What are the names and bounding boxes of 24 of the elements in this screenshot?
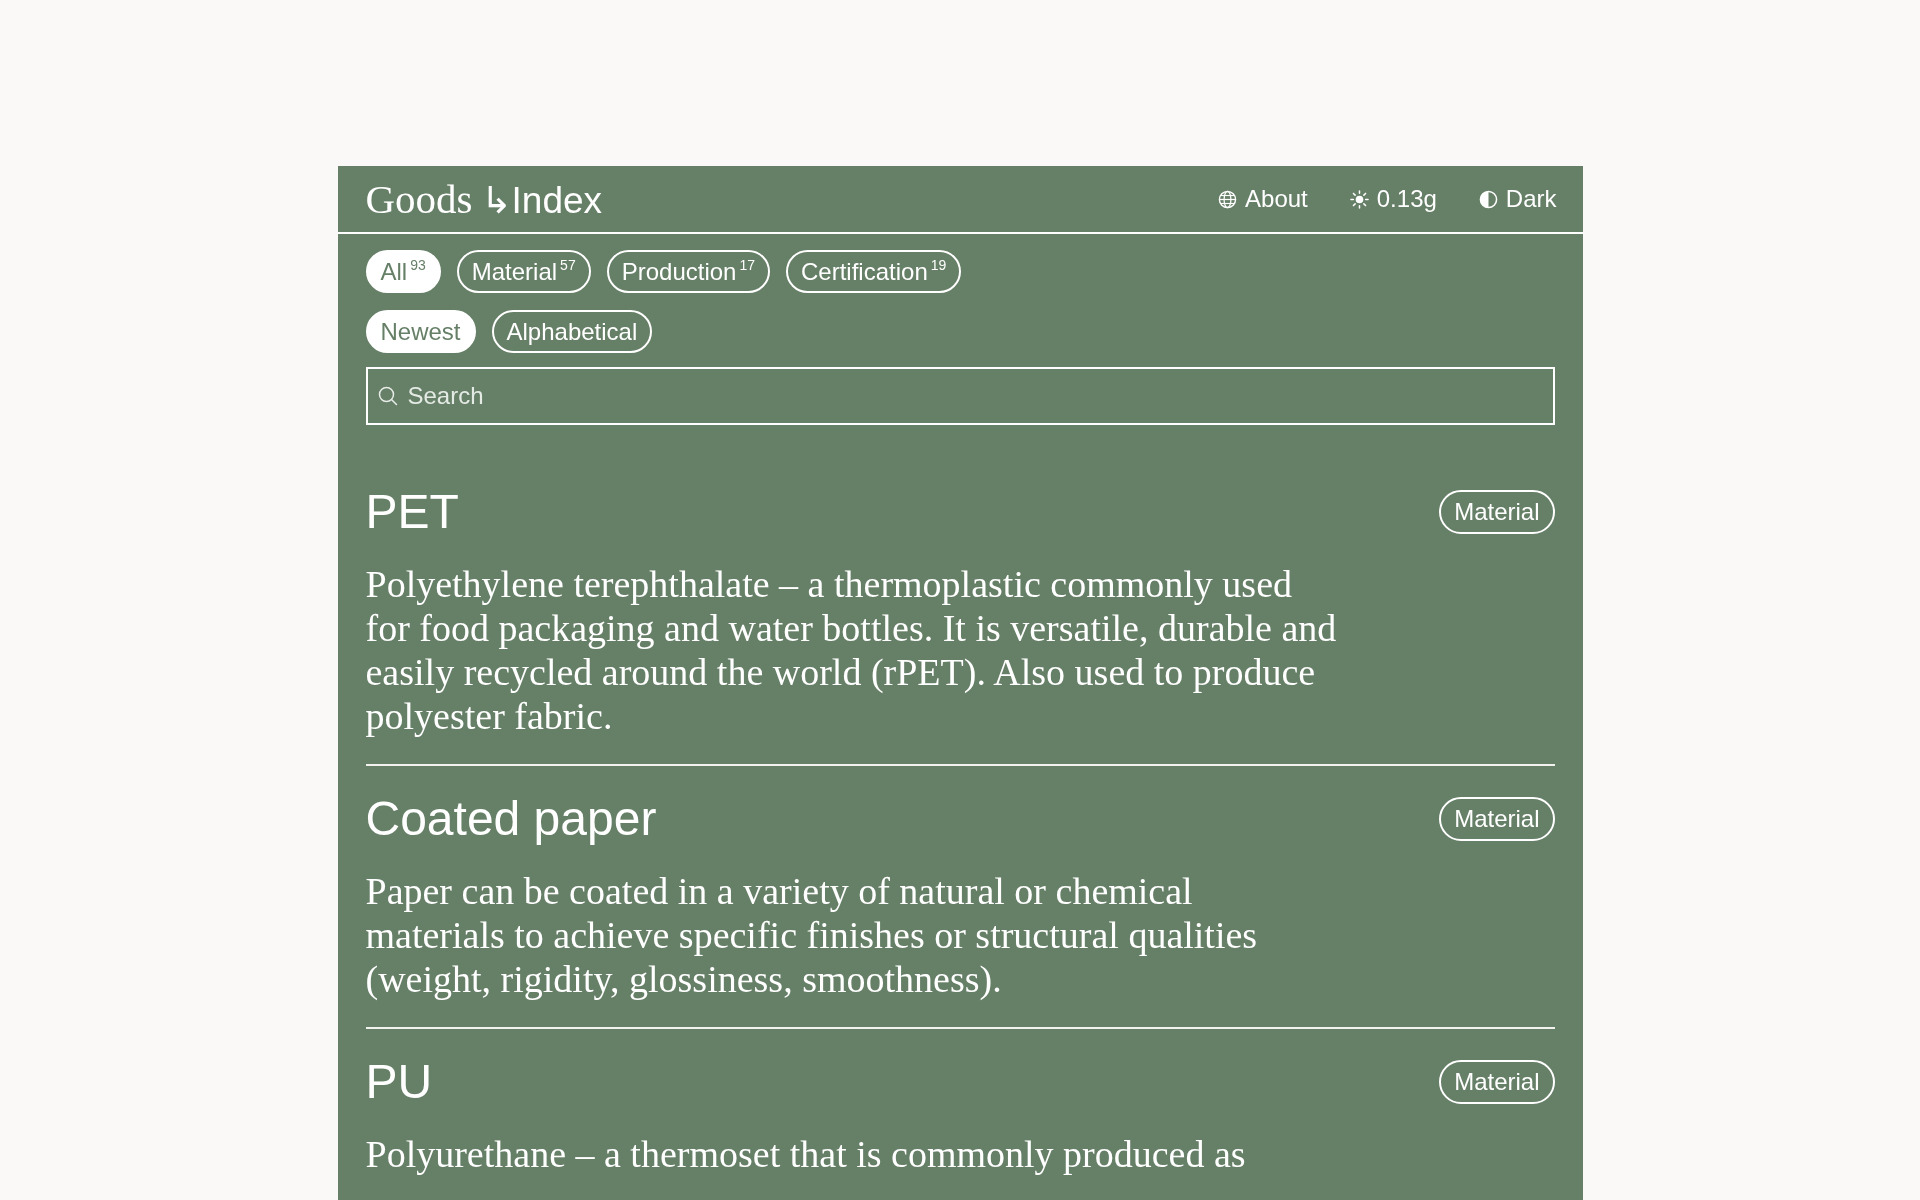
entry-title[interactable]: Coated paper — [365, 790, 657, 848]
category-filter[interactable]: Material$^{57}$ — [456, 250, 591, 293]
entry-description: Polyethylene terephthalate – a thermoplastic commonly used for food packaging and water bottles. It is versatile, durable and easily recycled around the world (rPET). Also used to produce polyester fabric. — [365, 562, 1338, 738]
category-tag: Material — [1439, 490, 1555, 534]
site-logo[interactable]: Goods ↳Index — [365, 175, 603, 223]
search-icon — [377, 386, 398, 406]
entry-title[interactable]: PET — [365, 483, 459, 541]
sort-option[interactable]: Newest — [365, 310, 476, 353]
sort-option[interactable]: Alphabetical — [491, 310, 653, 353]
category-filter[interactable]: All$^{93}$ — [365, 250, 441, 293]
contrast-icon — [1478, 189, 1498, 209]
entry-title[interactable]: PU — [365, 1053, 433, 1111]
search-field[interactable]: Search — [365, 367, 1555, 425]
about-link[interactable]: About — [1245, 185, 1308, 213]
category-filter[interactable]: Certification$^{19}$ — [786, 250, 962, 293]
entry-description: Polyurethane – a thermoset that is commonly produced as — [365, 1132, 1247, 1176]
theme-toggle[interactable]: Dark — [1505, 185, 1557, 213]
sun-icon — [1349, 189, 1369, 209]
carbon-reading[interactable]: 0.13g — [1376, 185, 1437, 213]
category-tag: Material — [1439, 1060, 1555, 1104]
globe-icon — [1218, 189, 1238, 209]
category-filter[interactable]: Production$^{17}$ — [606, 250, 770, 293]
entry-description: Paper can be coated in a variety of natural or chemical materials to achieve specific finishes or structural qualities (weight, rigidity, glossiness, smoothness). — [365, 869, 1259, 1001]
category-tag: Material — [1439, 797, 1555, 841]
